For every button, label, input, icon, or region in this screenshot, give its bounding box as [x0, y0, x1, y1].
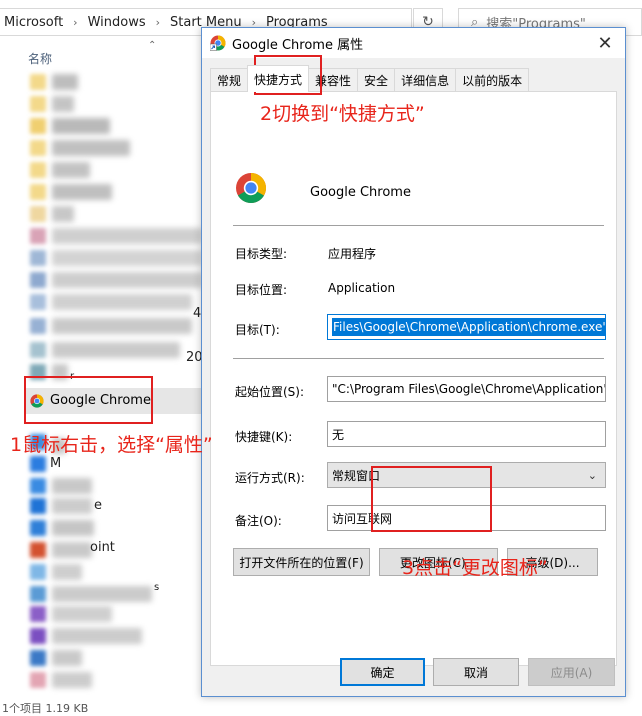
list-item[interactable] [52, 118, 110, 134]
tab-bar: 常规 快捷方式 兼容性 安全 详细信息 以前的版本 [210, 64, 530, 92]
list-item[interactable] [52, 140, 130, 156]
annotation-box-selected-item [24, 376, 153, 424]
list-item[interactable] [52, 162, 90, 178]
shortcut-icon [30, 628, 46, 644]
target-field[interactable]: Files\Google\Chrome\Application\chrome.e… [327, 314, 606, 340]
list-item[interactable] [52, 250, 202, 266]
shortcut-icon [30, 456, 46, 472]
shortcut-key-label: 快捷键(K): [235, 430, 293, 444]
chrome-icon [236, 173, 267, 204]
folder-icon [30, 74, 46, 90]
tab-shortcut[interactable]: 快捷方式 [247, 65, 310, 92]
cancel-button[interactable]: 取消 [433, 658, 519, 686]
ok-button[interactable]: 确定 [340, 658, 425, 686]
shortcut-icon [30, 586, 46, 602]
list-item-fragment: M [50, 456, 62, 471]
list-item[interactable] [52, 96, 74, 112]
list-item[interactable] [52, 628, 142, 644]
list-item[interactable] [52, 586, 152, 602]
start-in-label: 起始位置(S): [235, 385, 305, 399]
list-item[interactable] [52, 478, 92, 494]
target-location-value: Application [328, 281, 396, 295]
chevron-right-icon: › [155, 15, 161, 29]
target-field-value: Files\Google\Chrome\Application\chrome.e… [332, 318, 605, 336]
shortcut-icon [30, 542, 46, 558]
properties-dialog: Google Chrome 属性 ✕ 常规 快捷方式 兼容性 安全 详细信息 以… [201, 27, 626, 697]
annotation-step2: 2切换到“快捷方式” [260, 103, 425, 125]
list-item-fragment: oint [90, 540, 115, 555]
shortcut-icon [30, 520, 46, 536]
list-item[interactable] [52, 184, 112, 200]
divider [233, 358, 604, 359]
breadcrumb-item[interactable]: Windows [84, 15, 150, 30]
list-item[interactable] [52, 342, 180, 358]
list-item[interactable] [52, 650, 82, 666]
target-location-label: 目标位置: [235, 283, 288, 297]
folder-icon [30, 162, 46, 178]
shortcut-key-field[interactable]: 无 [327, 421, 606, 447]
tab-details[interactable]: 详细信息 [394, 68, 457, 92]
shortcut-icon [30, 672, 46, 688]
sort-ascending-icon: ⌃ [148, 40, 157, 51]
tab-previous-versions[interactable]: 以前的版本 [455, 68, 530, 92]
dialog-title: Google Chrome 属性 [232, 37, 364, 53]
annotation-box-change-icon [371, 466, 492, 532]
list-item[interactable] [52, 318, 192, 334]
target-type-label: 目标类型: [235, 247, 288, 261]
app-name: Google Chrome [310, 185, 411, 200]
close-icon[interactable]: ✕ [593, 32, 617, 54]
shortcut-icon [30, 564, 46, 580]
divider [233, 225, 604, 226]
breadcrumb-item[interactable]: Microsoft [0, 15, 67, 30]
chevron-down-icon: ⌄ [587, 468, 597, 482]
shortcut-icon [30, 294, 46, 310]
list-item-fragment: e [94, 498, 102, 513]
list-item[interactable] [52, 498, 92, 514]
chrome-shortcut-icon [210, 35, 226, 51]
list-item[interactable] [52, 542, 92, 558]
start-in-field[interactable]: "C:\Program Files\Google\Chrome\Applicat… [327, 376, 606, 402]
target-type-value: 应用程序 [328, 247, 377, 261]
tab-general[interactable]: 常规 [210, 68, 249, 92]
shortcut-icon [30, 498, 46, 514]
target-label: 目标(T): [235, 323, 280, 337]
shortcut-icon [30, 650, 46, 666]
list-item[interactable] [52, 228, 202, 244]
list-item[interactable] [52, 564, 82, 580]
list-item[interactable] [52, 74, 78, 90]
shortcut-icon [30, 318, 46, 334]
app-icon [30, 228, 46, 244]
shortcut-icon [30, 272, 46, 288]
list-item[interactable] [52, 272, 202, 288]
annotation-step1: 1鼠标右击，选择“属性” [10, 434, 213, 456]
apply-button[interactable]: 应用(A) [528, 658, 615, 686]
shortcut-icon [30, 606, 46, 622]
folder-icon [30, 184, 46, 200]
dialog-titlebar[interactable]: Google Chrome 属性 ✕ [202, 28, 625, 58]
open-file-location-button[interactable]: 打开文件所在的位置(F) [233, 548, 370, 576]
folder-icon [30, 206, 46, 222]
tab-security[interactable]: 安全 [357, 68, 396, 92]
folder-icon [30, 96, 46, 112]
column-header-name[interactable]: 名称 [28, 50, 52, 67]
list-item[interactable] [52, 206, 74, 222]
list-item-fragment: s [154, 582, 160, 593]
shortcut-icon [30, 342, 46, 358]
status-bar: 1个项目 1.19 KB [2, 702, 89, 715]
list-item[interactable] [52, 520, 94, 536]
list-item[interactable] [52, 606, 112, 622]
shortcut-icon [30, 478, 46, 494]
annotation-step3: 3点击“更改图标” [402, 557, 548, 579]
shortcut-icon [30, 250, 46, 266]
chevron-right-icon: › [73, 15, 78, 29]
folder-icon [30, 140, 46, 156]
list-item[interactable] [52, 294, 192, 310]
comment-label: 备注(O): [235, 514, 282, 528]
run-label: 运行方式(R): [235, 471, 305, 485]
list-item[interactable] [52, 672, 92, 688]
folder-icon [30, 118, 46, 134]
